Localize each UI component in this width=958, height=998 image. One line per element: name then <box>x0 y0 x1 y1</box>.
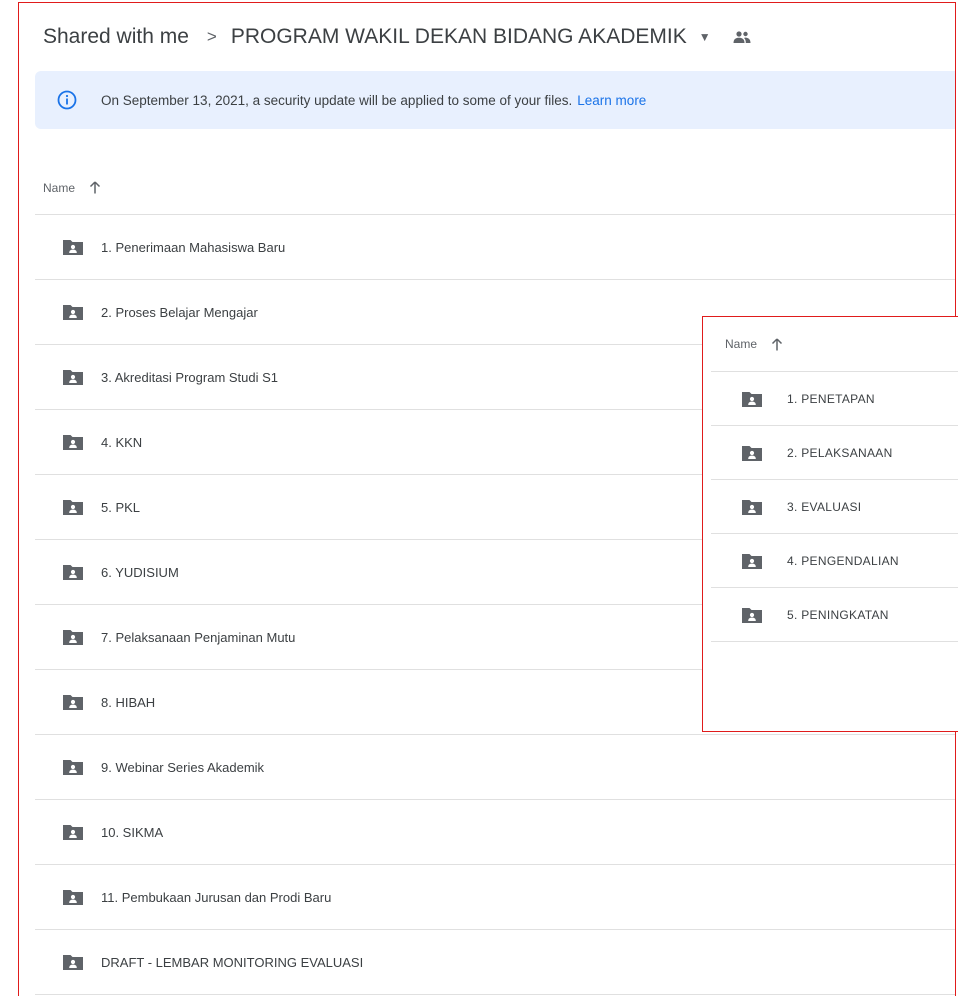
folder-name: 1. Penerimaan Mahasiswa Baru <box>101 239 286 255</box>
subfolder-name-column-label[interactable]: Name <box>725 337 757 351</box>
folder-row[interactable]: 9. Webinar Series Akademik <box>35 735 955 800</box>
folder-row[interactable]: 10. SIKMA <box>35 800 955 865</box>
subfolder-name-column-header[interactable]: Name <box>703 317 958 371</box>
folder-name: DRAFT - LEMBAR MONITORING EVALUASI <box>101 954 364 970</box>
shared-folder-icon <box>63 890 83 905</box>
folder-name: 6. YUDISIUM <box>101 564 179 580</box>
banner-message: On September 13, 2021, a security update… <box>101 92 573 108</box>
breadcrumb: Shared with me > PROGRAM WAKIL DEKAN BID… <box>43 25 751 49</box>
folder-name: 2. PELAKSANAAN <box>787 445 893 460</box>
folder-name: 5. PENINGKATAN <box>787 607 889 622</box>
name-column-label[interactable]: Name <box>43 181 75 195</box>
subfolder-row[interactable]: 4. PENGENDALIAN <box>711 534 958 588</box>
learn-more-link[interactable]: Learn more <box>577 93 646 108</box>
info-icon <box>57 90 77 110</box>
folder-name: 8. HIBAH <box>101 694 156 710</box>
shared-folder-icon <box>63 630 83 645</box>
folder-name: 4. PENGENDALIAN <box>787 553 899 568</box>
security-update-banner: On September 13, 2021, a security update… <box>35 71 955 129</box>
shared-folder-icon <box>63 955 83 970</box>
breadcrumb-current[interactable]: PROGRAM WAKIL DEKAN BIDANG AKADEMIK <box>231 25 687 49</box>
shared-folder-icon <box>63 370 83 385</box>
shared-folder-icon <box>742 553 762 569</box>
subfolder-row[interactable]: 1. PENETAPAN <box>711 372 958 426</box>
shared-folder-icon <box>63 500 83 515</box>
folder-name: 4. KKN <box>101 434 143 450</box>
shared-folder-icon <box>63 695 83 710</box>
breadcrumb-separator: > <box>206 27 217 46</box>
folder-name: 3. EVALUASI <box>787 499 862 514</box>
shared-folder-icon <box>63 240 83 255</box>
shared-folder-icon <box>63 565 83 580</box>
folder-name: 5. PKL <box>101 499 141 515</box>
name-column-header[interactable]: Name <box>35 161 955 215</box>
caret-down-icon[interactable]: ▼ <box>699 30 711 44</box>
folder-name: 2. Proses Belajar Mengajar <box>101 304 258 320</box>
subfolder-row[interactable]: 2. PELAKSANAAN <box>711 426 958 480</box>
arrow-up-icon[interactable] <box>771 337 783 351</box>
folder-row[interactable]: DRAFT - LEMBAR MONITORING EVALUASI <box>35 930 955 995</box>
breadcrumb-root[interactable]: Shared with me <box>43 25 189 49</box>
subfolder-row[interactable]: 5. PENINGKATAN <box>711 588 958 642</box>
shared-folder-icon <box>742 607 762 623</box>
folder-name: 10. SIKMA <box>101 824 164 840</box>
folder-name: 1. PENETAPAN <box>787 391 875 406</box>
shared-folder-icon <box>742 445 762 461</box>
subfolder-row[interactable]: 3. EVALUASI <box>711 480 958 534</box>
shared-folder-icon <box>63 825 83 840</box>
shared-folder-icon <box>63 305 83 320</box>
shared-folder-icon <box>63 435 83 450</box>
folder-row[interactable]: 11. Pembukaan Jurusan dan Prodi Baru <box>35 865 955 930</box>
subfolder-list: 1. PENETAPAN 2. PELAKSANAAN 3. EVALUASI 4. … <box>711 371 958 642</box>
shared-folder-icon <box>742 391 762 407</box>
folder-name: 7. Pelaksanaan Penjaminan Mutu <box>101 629 296 645</box>
arrow-up-icon[interactable] <box>89 181 101 194</box>
folder-name: 3. Akreditasi Program Studi S1 <box>101 369 279 385</box>
people-icon[interactable] <box>733 30 751 44</box>
folder-row[interactable]: 1. Penerimaan Mahasiswa Baru <box>35 215 955 280</box>
subfolder-panel: Name 1. PENETAPAN 2. PELAKSANAAN 3. EVALUA… <box>702 316 958 732</box>
shared-folder-icon <box>742 499 762 515</box>
folder-name: 9. Webinar Series Akademik <box>101 759 265 775</box>
shared-folder-icon <box>63 760 83 775</box>
folder-name: 11. Pembukaan Jurusan dan Prodi Baru <box>101 889 332 905</box>
